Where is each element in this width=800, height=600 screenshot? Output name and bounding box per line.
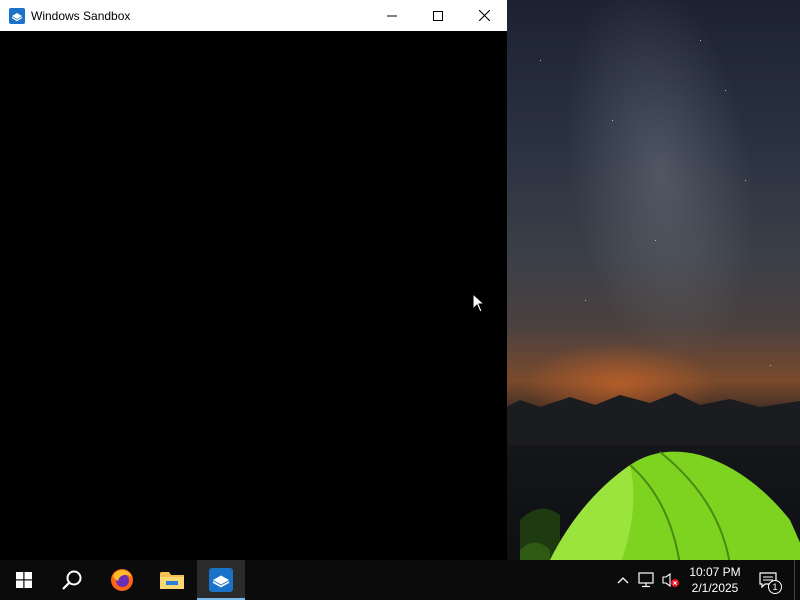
- windows-sandbox-icon: [9, 7, 25, 24]
- firefox-taskbar-button[interactable]: [98, 560, 146, 600]
- search-icon: [62, 570, 82, 590]
- notification-count-badge: 1: [768, 580, 782, 594]
- close-button[interactable]: [461, 0, 507, 31]
- taskbar: 10:07 PM 2/1/2025 1: [0, 560, 800, 600]
- clock-date: 2/1/2025: [691, 581, 739, 595]
- volume-muted-icon: [662, 572, 679, 588]
- file-explorer-taskbar-button[interactable]: [148, 560, 196, 600]
- title-bar[interactable]: Windows Sandbox: [0, 0, 507, 31]
- start-button[interactable]: [0, 560, 48, 600]
- network-tray-button[interactable]: [636, 560, 658, 600]
- firefox-icon: [111, 569, 133, 591]
- minimize-icon: [387, 15, 397, 16]
- close-icon: [478, 10, 490, 21]
- maximize-icon: [433, 10, 443, 21]
- chevron-up-icon: [617, 577, 629, 584]
- search-button[interactable]: [48, 560, 96, 600]
- action-center-button[interactable]: [752, 560, 784, 600]
- clock[interactable]: 10:07 PM 2/1/2025: [684, 564, 746, 596]
- green-tent: [520, 451, 800, 560]
- maximize-button[interactable]: [415, 0, 461, 31]
- mouse-cursor-icon: [472, 293, 486, 313]
- show-desktop-button[interactable]: [794, 560, 800, 600]
- window-title: Windows Sandbox: [31, 8, 131, 23]
- volume-tray-button[interactable]: [660, 560, 682, 600]
- windows-sandbox-icon: [209, 568, 233, 592]
- sandbox-content-area[interactable]: [0, 31, 507, 560]
- milky-way: [531, 0, 789, 392]
- mountain-silhouette: [500, 393, 800, 445]
- windows-logo-icon: [16, 572, 32, 588]
- show-hidden-icons-button[interactable]: [613, 560, 633, 600]
- sandbox-window[interactable]: Windows Sandbox: [0, 0, 507, 560]
- folder-icon: [160, 572, 184, 589]
- clock-time: 10:07 PM: [689, 565, 741, 579]
- minimize-button[interactable]: [369, 0, 415, 31]
- network-icon: [638, 572, 654, 588]
- windows-sandbox-taskbar-button[interactable]: [197, 560, 245, 600]
